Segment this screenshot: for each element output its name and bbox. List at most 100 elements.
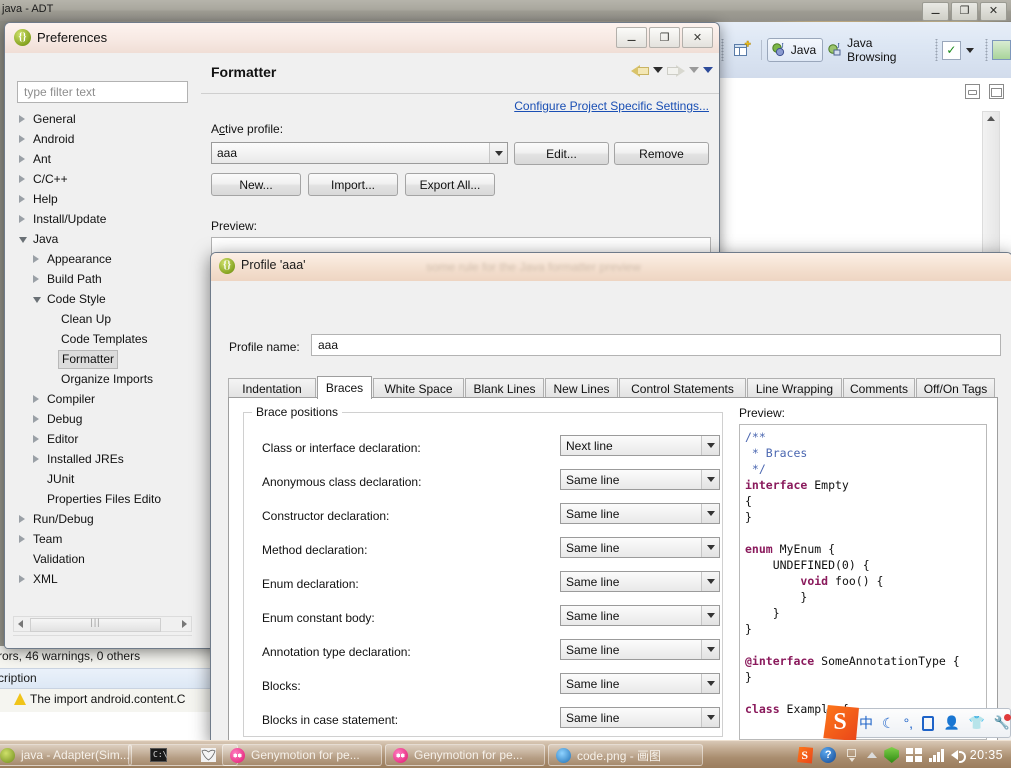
tab-off-on-tags[interactable]: Off/On Tags [916, 378, 995, 398]
new-perspective-icon[interactable] [732, 40, 752, 60]
tree-item-general[interactable]: General [13, 109, 192, 129]
chevron-right-icon[interactable] [33, 255, 39, 263]
chevron-right-icon[interactable] [19, 195, 25, 203]
sogou-icon[interactable]: S [797, 746, 814, 764]
scrollbar-thumb[interactable] [30, 618, 161, 632]
perspective-java-browsing-button[interactable]: J Java Browsing [823, 36, 929, 64]
filter-input[interactable]: type filter text [17, 81, 188, 103]
brace-option-combo[interactable]: Same line [560, 503, 720, 524]
windows-icon[interactable] [906, 748, 923, 762]
forward-history-chevron-down-icon[interactable] [689, 67, 699, 73]
tree-item-validation[interactable]: Validation [13, 549, 192, 569]
brace-option-combo[interactable]: Same line [560, 537, 720, 558]
chevron-down-icon[interactable] [701, 640, 719, 659]
help-icon[interactable]: ? [820, 747, 837, 763]
scroll-right-icon[interactable] [182, 620, 187, 628]
chevron-right-icon[interactable] [19, 175, 25, 183]
checkmark-icon[interactable]: ✓ [942, 40, 961, 60]
close-icon[interactable]: ✕ [980, 2, 1007, 21]
tools-icon[interactable]: 🔧 [994, 714, 1011, 731]
tree-item-code-style[interactable]: Code Style [13, 289, 192, 309]
tree-item-install-update[interactable]: Install/Update [13, 209, 192, 229]
ime-toolbar[interactable]: S 中 ☾ °, 👤 👕 🔧 [823, 705, 1011, 741]
problems-first-row[interactable]: The import android.content.C [14, 692, 185, 706]
show-hidden-icons-icon[interactable] [867, 752, 878, 758]
tree-item-android[interactable]: Android [13, 129, 192, 149]
chevron-right-icon[interactable] [19, 575, 25, 583]
close-icon[interactable]: ✕ [682, 27, 713, 48]
edit-button[interactable]: Edit... [514, 142, 609, 165]
brace-option-combo[interactable]: Same line [560, 469, 720, 490]
user-icon[interactable]: 👤 [943, 715, 959, 731]
moon-icon[interactable]: ☾ [882, 715, 895, 732]
tab-comments[interactable]: Comments [843, 378, 915, 398]
taskbar-item-paint[interactable]: code.png - 画图 [548, 744, 703, 766]
tree-item-ant[interactable]: Ant [13, 149, 192, 169]
tree-item-junit[interactable]: JUnit [13, 469, 192, 489]
chevron-right-icon[interactable] [33, 415, 39, 423]
toolbar-extra-icon[interactable] [991, 40, 1011, 60]
tree-item-properties-files-edito[interactable]: Properties Files Edito [13, 489, 192, 509]
sogou-logo-icon[interactable]: S [823, 705, 859, 741]
tree-item-editor[interactable]: Editor [13, 429, 192, 449]
chevron-down-icon[interactable] [965, 47, 974, 53]
profile-tab-bar[interactable]: Indentation Braces White Space Blank Lines N… [228, 376, 998, 399]
taskbar-item-genymotion-1[interactable]: Genymotion for pe... [222, 744, 382, 766]
taskbar-clock[interactable]: 20:35 [970, 748, 1003, 762]
security-shield-icon[interactable] [884, 747, 900, 763]
import-button[interactable]: Import... [308, 173, 398, 196]
chevron-down-icon[interactable] [701, 436, 719, 455]
tree-horizontal-scrollbar[interactable] [13, 616, 192, 632]
view-menu-chevron-down-icon[interactable] [703, 67, 713, 73]
chevron-down-icon[interactable] [701, 606, 719, 625]
brace-option-combo[interactable]: Same line [560, 707, 720, 728]
keyboard-icon[interactable] [922, 715, 935, 731]
chevron-down-icon[interactable] [19, 237, 27, 243]
chevron-right-icon[interactable] [33, 395, 39, 403]
remove-button[interactable]: Remove [614, 142, 709, 165]
chevron-right-icon[interactable] [33, 435, 39, 443]
brace-option-combo[interactable]: Same line [560, 605, 720, 626]
tree-item-compiler[interactable]: Compiler [13, 389, 192, 409]
chevron-right-icon[interactable] [19, 115, 25, 123]
brace-option-combo[interactable]: Same line [560, 673, 720, 694]
tab-control-statements[interactable]: Control Statements [619, 378, 746, 398]
back-history-chevron-down-icon[interactable] [653, 67, 663, 73]
chevron-right-icon[interactable] [19, 135, 25, 143]
toolbar-grip-handle[interactable] [933, 39, 941, 61]
chevron-down-icon[interactable] [33, 297, 41, 303]
active-profile-combo[interactable]: aaa [211, 142, 508, 164]
tab-braces[interactable]: Braces [317, 376, 372, 399]
chevron-right-icon[interactable] [19, 215, 25, 223]
minimize-icon[interactable]: ⚊ [616, 27, 647, 48]
toolbar-grip-handle[interactable] [719, 39, 726, 61]
taskbar-item-eclipse[interactable]: java - Adapter(Sim... [0, 744, 132, 766]
chevron-down-icon[interactable] [489, 143, 507, 163]
tree-item-appearance[interactable]: Appearance [13, 249, 192, 269]
chevron-right-icon[interactable] [19, 515, 25, 523]
tree-item-clean-up[interactable]: Clean Up [13, 309, 192, 329]
tree-item-formatter[interactable]: Formatter [13, 349, 192, 369]
chevron-right-icon[interactable] [33, 275, 39, 283]
configure-project-specific-settings-link[interactable]: Configure Project Specific Settings... [514, 99, 709, 113]
new-button[interactable]: New... [211, 173, 301, 196]
tree-item-help[interactable]: Help [13, 189, 192, 209]
chinese-mode-icon[interactable]: 中 [859, 713, 873, 733]
chevron-down-icon[interactable] [701, 538, 719, 557]
chevron-down-icon[interactable] [701, 504, 719, 523]
tree-item-c-c[interactable]: C/C++ [13, 169, 192, 189]
brace-option-combo[interactable]: Next line [560, 435, 720, 456]
perspective-java-button[interactable]: J Java [766, 38, 824, 62]
maximize-view-icon[interactable] [989, 84, 1004, 99]
network-icon[interactable] [929, 748, 944, 762]
chevron-down-icon[interactable] [701, 572, 719, 591]
restore-icon[interactable]: ❐ [951, 2, 978, 21]
chevron-down-icon[interactable] [701, 708, 719, 727]
tab-blank-lines[interactable]: Blank Lines [465, 378, 544, 398]
editor-scrollbar[interactable] [982, 111, 1000, 253]
tree-item-java[interactable]: Java [13, 229, 192, 249]
brace-option-combo[interactable]: Same line [560, 571, 720, 592]
tree-item-team[interactable]: Team [13, 529, 192, 549]
restore-icon[interactable]: ❐ [649, 27, 680, 48]
expand-icon[interactable] [843, 747, 860, 764]
